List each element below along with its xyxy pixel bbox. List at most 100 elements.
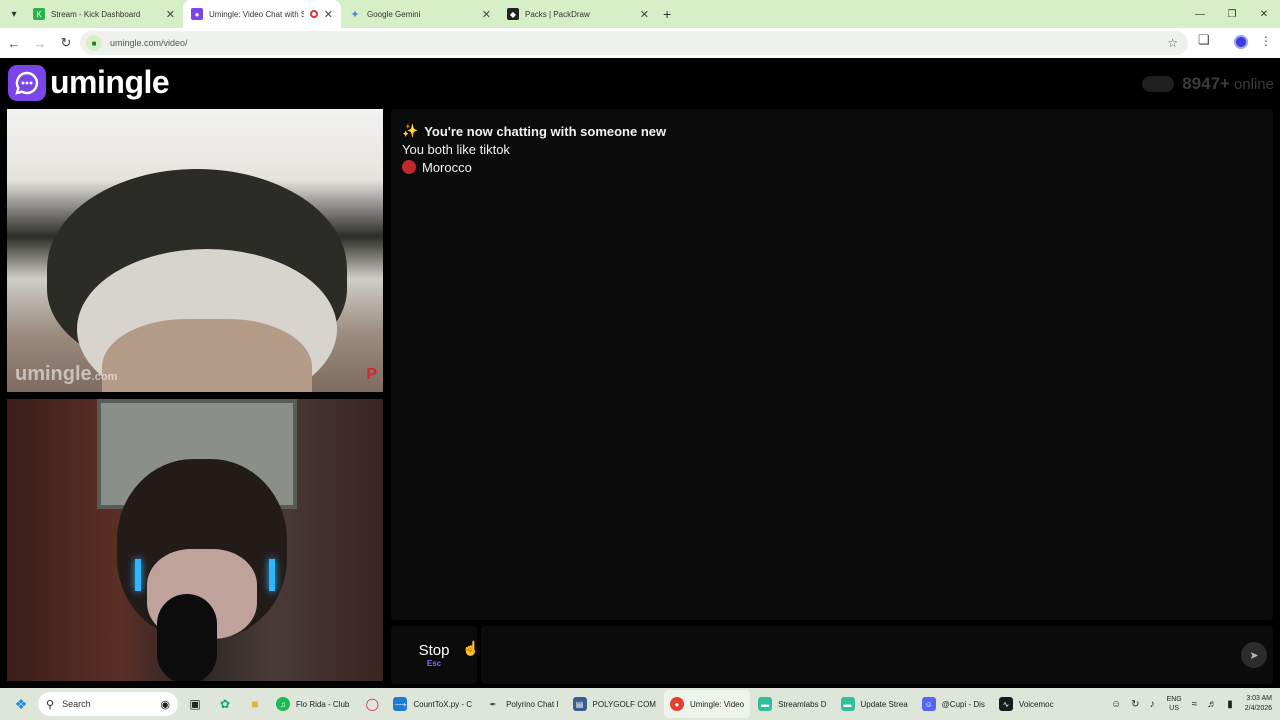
- close-window-icon[interactable]: ✕: [1248, 0, 1280, 28]
- streamlabs-icon: ▬: [840, 697, 855, 711]
- language-indicator[interactable]: ENG US: [1167, 695, 1182, 713]
- taskbar-app-voicemod[interactable]: ∿ Voicemoc: [993, 690, 1060, 718]
- task-view-icon[interactable]: ▣: [182, 691, 208, 717]
- discord-icon: ☺: [921, 697, 936, 711]
- video-content: [102, 319, 312, 392]
- taskbar-app-vscode[interactable]: ⟶ CountToX.py - C: [387, 690, 478, 718]
- site-logo[interactable]: umingle: [8, 64, 170, 101]
- stop-shortcut-hint: Esc: [426, 659, 442, 668]
- microphone-icon[interactable]: ♪: [1150, 699, 1155, 710]
- app-label: CountToX.py - C: [413, 699, 473, 709]
- camera-permission-icon[interactable]: ■: [86, 35, 102, 51]
- tab-title: Google Gemini: [367, 9, 421, 19]
- chrome-icon: ●: [669, 697, 684, 711]
- minimize-icon[interactable]: —: [1184, 0, 1216, 28]
- discord-tray-icon[interactable]: ☺: [1111, 699, 1121, 710]
- vscode-icon: ⟶: [393, 697, 408, 711]
- send-icon[interactable]: ➤: [1241, 642, 1267, 668]
- chat-messages: ✨ You're now chatting with someone new Y…: [402, 122, 666, 176]
- report-flag-icon[interactable]: P: [366, 366, 377, 384]
- opera-icon[interactable]: ◯: [359, 691, 385, 717]
- taskbar-app-polygolf[interactable]: ▤ POLYGOLF COM: [567, 690, 662, 718]
- clock[interactable]: 3:03 AM 2/4/2026: [1245, 694, 1272, 714]
- wifi-icon[interactable]: ≈: [1192, 699, 1198, 710]
- video-content: [157, 594, 217, 681]
- search-icon: ⚲: [46, 698, 55, 711]
- extensions-icon[interactable]: ❏: [1198, 32, 1210, 48]
- chat-bubble-icon: [8, 64, 46, 101]
- navigation-bar: ← → ↻ ■ umingle.com/video/ ☆ ❏ ⋮: [0, 28, 1280, 58]
- taskbar-app-discord[interactable]: ☺ @Cupi - Dis: [916, 690, 991, 718]
- system-message: Morocco: [402, 158, 666, 176]
- online-label: online: [1233, 75, 1274, 93]
- system-message: ✨ You're now chatting with someone new: [402, 122, 666, 140]
- tab-umingle[interactable]: ● Umingle: Video Chat with S ✕: [183, 0, 341, 28]
- sync-icon[interactable]: ↻: [1131, 699, 1139, 710]
- tab-packdraw[interactable]: ◆ Packs | PackDraw ✕: [499, 0, 657, 28]
- back-icon[interactable]: ←: [2, 31, 26, 55]
- online-count: 8947+: [1182, 74, 1230, 93]
- profile-avatar[interactable]: [1234, 35, 1248, 49]
- search-label: Search: [62, 699, 91, 709]
- app-label: POLYGOLF COM: [592, 699, 656, 709]
- app-label: Flo Rida - Club: [296, 699, 350, 709]
- chatgpt-icon[interactable]: ✿: [212, 691, 238, 717]
- app-label: @Cupi - Dis: [941, 699, 985, 709]
- chat-panel: ✨ You're now chatting with someone new Y…: [391, 109, 1273, 620]
- taskbar-search[interactable]: ⚲ Search ◉: [38, 692, 178, 716]
- tab-title: Umingle: Video Chat with S: [209, 9, 304, 19]
- watermark-suffix: .com: [91, 371, 118, 383]
- umingle-icon: ●: [191, 8, 203, 20]
- tab-strip: ▾ K Stream - Kick Dashboard ✕ ● Umingle:…: [0, 0, 1280, 28]
- new-tab-button[interactable]: +: [663, 6, 671, 22]
- kick-icon: K: [33, 8, 45, 20]
- taskbar-app-streamlabs-update[interactable]: ▬ Update Strea: [835, 690, 914, 718]
- close-icon[interactable]: ✕: [640, 8, 649, 21]
- intro-text: You're now chatting with someone new: [424, 123, 667, 139]
- stop-label: Stop: [418, 642, 450, 659]
- app-label: Update Strea: [860, 699, 908, 709]
- tab-google-gemini[interactable]: ✦ Google Gemini ✕: [341, 0, 499, 28]
- page: umingle 8947+ online umingle.com P ✨ You…: [0, 58, 1280, 688]
- app-label: Polyrino Chat I: [506, 699, 559, 709]
- taskbar-app-spotify[interactable]: ♫ Flo Rida - Club: [270, 690, 355, 718]
- video-content: [269, 559, 275, 591]
- url-text[interactable]: umingle.com/video/: [110, 38, 188, 48]
- close-icon[interactable]: ✕: [324, 8, 333, 21]
- taskbar-app-chrome[interactable]: ● Umingle: Video: [663, 690, 751, 718]
- restore-icon[interactable]: ❐: [1216, 0, 1248, 28]
- morocco-flag-icon: [402, 160, 416, 174]
- windows-start-icon[interactable]: ❖: [6, 688, 36, 720]
- packdraw-icon: ◆: [507, 8, 519, 20]
- video-watermark: umingle.com: [15, 363, 117, 386]
- mouse-pointer-icon: ☝: [462, 640, 480, 656]
- globe-icon: ◉: [160, 698, 170, 711]
- close-icon[interactable]: ✕: [166, 8, 175, 21]
- watermark-text: umingle: [15, 363, 92, 385]
- menu-kebab-icon[interactable]: ⋮: [1260, 34, 1272, 48]
- address-bar[interactable]: ■ umingle.com/video/ ☆: [80, 31, 1188, 55]
- tab-kick-dashboard[interactable]: K Stream - Kick Dashboard ✕: [25, 0, 183, 28]
- bookmark-star-icon[interactable]: ☆: [1167, 36, 1178, 50]
- close-icon[interactable]: ✕: [482, 8, 491, 21]
- reload-icon[interactable]: ↻: [54, 31, 78, 55]
- tab-title: Packs | PackDraw: [525, 9, 590, 19]
- stranger-video: umingle.com P: [7, 109, 383, 392]
- forward-icon[interactable]: →: [28, 31, 52, 55]
- online-indicator: 8947+ online: [1142, 74, 1274, 94]
- tab-search-button[interactable]: ▾: [3, 4, 25, 24]
- taskbar: ❖ ⚲ Search ◉ ▣ ✿ ■ ♫ Flo Rida - Club ◯ ⟶…: [0, 688, 1280, 720]
- file-explorer-icon[interactable]: ■: [242, 691, 268, 717]
- taskbar-app-streamlabs[interactable]: ▬ Streamlabs D: [752, 690, 832, 718]
- tab-title: Stream - Kick Dashboard: [51, 9, 141, 19]
- clock-date: 2/4/2026: [1244, 705, 1272, 712]
- volume-icon[interactable]: ♬: [1207, 699, 1217, 710]
- interests-text: You both like tiktok: [402, 141, 510, 157]
- window-controls: — ❐ ✕: [1184, 0, 1280, 28]
- battery-icon[interactable]: ▮: [1227, 699, 1233, 710]
- theme-toggle[interactable]: [1142, 76, 1175, 92]
- recording-icon: [309, 10, 318, 18]
- clock-time: 3:03 AM: [1246, 695, 1272, 702]
- message-input[interactable]: [481, 626, 1273, 684]
- taskbar-app-polyrino[interactable]: ✒ Polyrino Chat I: [480, 690, 564, 718]
